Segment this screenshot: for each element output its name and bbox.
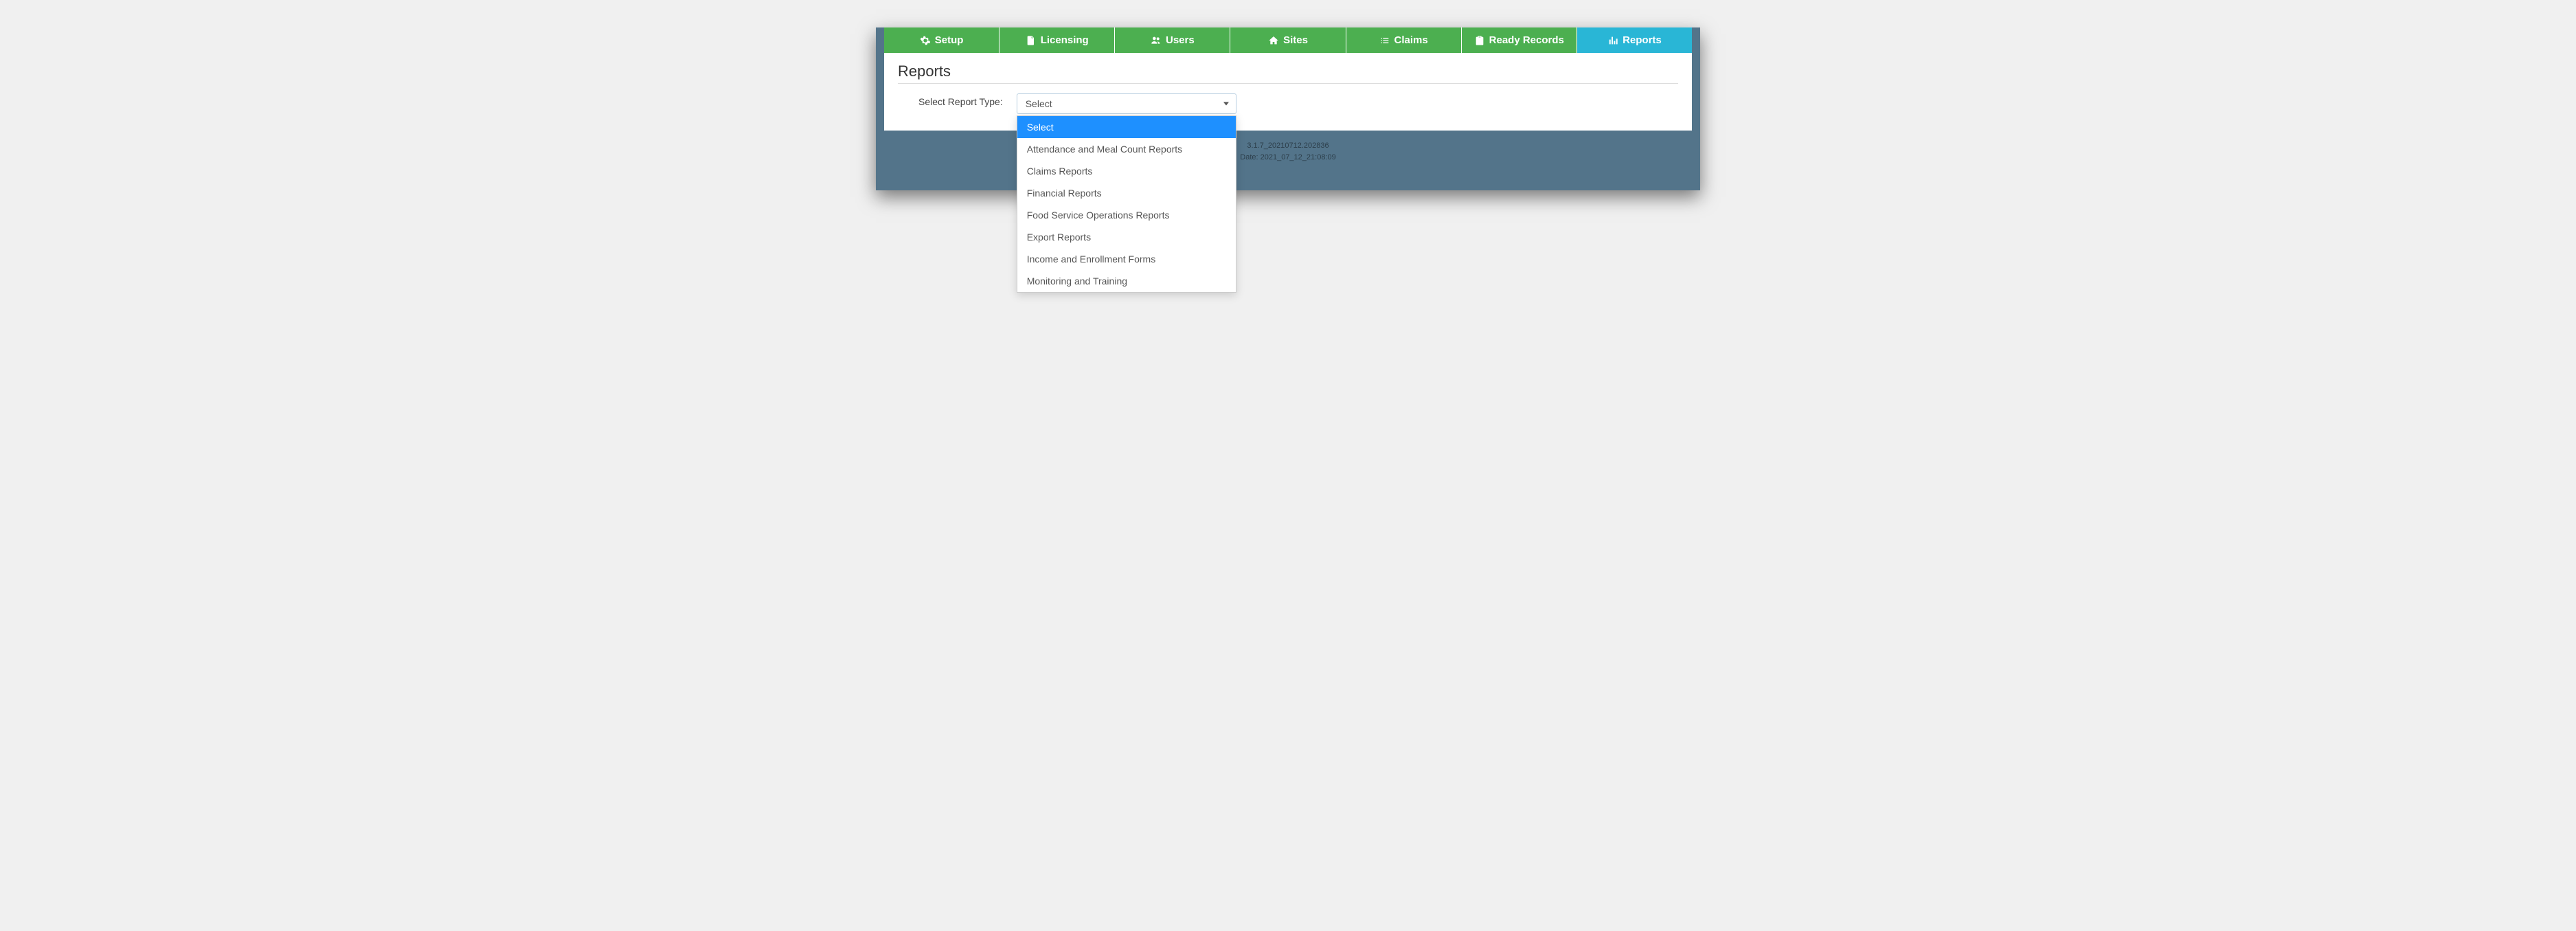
nav-label: Reports	[1623, 34, 1662, 46]
list-icon	[1379, 35, 1390, 46]
footer-version: 3.1.7_20210712.202836	[876, 140, 1700, 152]
chart-icon	[1607, 35, 1618, 46]
nav-label: Ready Records	[1489, 34, 1564, 46]
dropdown-option[interactable]: Select	[1017, 116, 1236, 138]
dropdown-option[interactable]: Food Service Operations Reports	[1017, 204, 1236, 226]
house-icon	[1268, 35, 1279, 46]
nav-tabs: Setup Licensing Users Sites Claims Ready Reco…	[884, 27, 1692, 53]
report-type-select-value: Select	[1026, 98, 1052, 109]
nav-ready-records[interactable]: Ready Records	[1462, 27, 1577, 53]
report-type-row: Select Report Type: Select SelectAttenda…	[898, 93, 1678, 114]
footer-date: Date: 2021_07_12_21:08:09	[876, 152, 1700, 164]
report-type-select[interactable]: Select	[1017, 93, 1236, 114]
nav-setup[interactable]: Setup	[884, 27, 999, 53]
file-icon	[1026, 35, 1037, 46]
dropdown-option[interactable]: Monitoring and Training	[1017, 270, 1236, 292]
nav-users[interactable]: Users	[1115, 27, 1230, 53]
nav-claims[interactable]: Claims	[1346, 27, 1462, 53]
gears-icon	[920, 35, 931, 46]
footer-info: 3.1.7_20210712.202836 Date: 2021_07_12_2…	[876, 131, 1700, 163]
chevron-down-icon	[1223, 102, 1229, 106]
dropdown-option[interactable]: Claims Reports	[1017, 160, 1236, 182]
users-icon	[1151, 35, 1162, 46]
nav-reports[interactable]: Reports	[1577, 27, 1692, 53]
dropdown-option[interactable]: Financial Reports	[1017, 182, 1236, 204]
nav-label: Licensing	[1041, 34, 1089, 46]
nav-licensing[interactable]: Licensing	[999, 27, 1115, 53]
dropdown-option[interactable]: Export Reports	[1017, 226, 1236, 248]
app-window: Setup Licensing Users Sites Claims Ready Reco…	[876, 27, 1700, 190]
nav-label: Setup	[935, 34, 964, 46]
dropdown-option[interactable]: Attendance and Meal Count Reports	[1017, 138, 1236, 160]
report-type-select-wrap: Select SelectAttendance and Meal Count R…	[1017, 93, 1236, 114]
dropdown-option[interactable]: Income and Enrollment Forms	[1017, 248, 1236, 270]
clipboard-icon	[1474, 35, 1485, 46]
report-type-dropdown: SelectAttendance and Meal Count ReportsC…	[1017, 115, 1236, 293]
page-title: Reports	[898, 63, 1678, 84]
report-type-label: Select Report Type:	[918, 93, 1003, 107]
nav-label: Sites	[1283, 34, 1308, 46]
content-area: Reports Select Report Type: Select Selec…	[884, 53, 1692, 131]
main-panel: Setup Licensing Users Sites Claims Ready Reco…	[884, 27, 1692, 131]
nav-sites[interactable]: Sites	[1230, 27, 1346, 53]
nav-label: Claims	[1394, 34, 1428, 46]
nav-label: Users	[1166, 34, 1195, 46]
